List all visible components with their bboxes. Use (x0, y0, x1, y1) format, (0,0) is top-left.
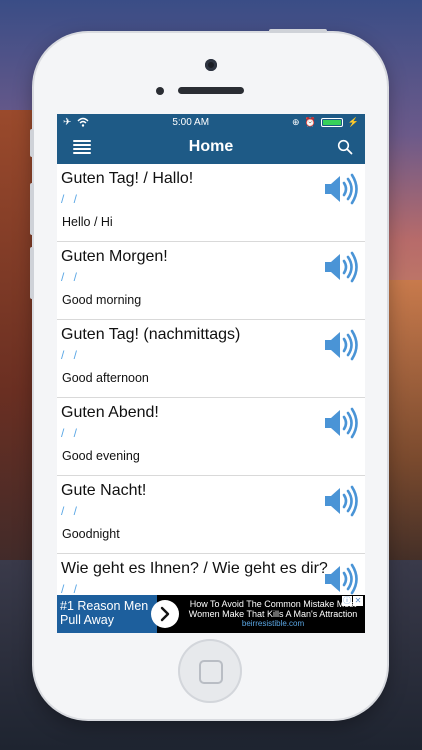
ad-body-text: How To Avoid The Common Mistake Most Wom… (188, 599, 358, 619)
mute-switch (30, 129, 34, 157)
translation-text: Good evening (62, 449, 140, 463)
alarm-icon: ⏰ (304, 116, 316, 127)
phrase-text: Guten Morgen! (61, 248, 168, 265)
proximity-sensor (156, 87, 164, 95)
wifi-icon (77, 117, 89, 127)
airplane-icon: ✈ (63, 116, 72, 128)
chevron-right-icon[interactable] (151, 600, 179, 628)
translation-text: Goodnight (62, 527, 120, 541)
status-time: 5:00 AM (172, 116, 210, 128)
adchoices-icon[interactable]: ⓘ (342, 596, 352, 606)
volume-down-button (30, 247, 34, 299)
search-icon[interactable] (337, 139, 353, 155)
pronunciation-text: / / (61, 270, 81, 284)
phrase-list: Guten Tag! / Hallo! / / Hello / Hi Guten… (57, 164, 365, 632)
list-item[interactable]: Guten Morgen! / / Good morning (57, 242, 365, 320)
list-item[interactable]: Guten Tag! / Hallo! / / Hello / Hi (57, 164, 365, 242)
power-button (269, 29, 327, 33)
speaker-icon[interactable] (323, 484, 361, 518)
orientation-lock-icon: ⊕ (292, 116, 300, 127)
ad-url: beirresistible.com (241, 619, 305, 628)
battery-icon (320, 117, 343, 127)
ad-body: How To Avoid The Common Mistake Most Wom… (185, 599, 361, 629)
pronunciation-text: / / (61, 426, 81, 440)
charging-icon: ⚡ (347, 116, 359, 127)
translation-text: Good morning (62, 293, 142, 307)
home-square-icon (199, 660, 223, 684)
translation-text: Good afternoon (62, 371, 149, 385)
list-item[interactable]: Guten Tag! (nachmittags) / / Good aftern… (57, 320, 365, 398)
pronunciation-text: / / (61, 348, 81, 362)
pronunciation-text: / / (61, 192, 81, 206)
phrase-text: Wie geht es Ihnen? / Wie geht es dir? (61, 560, 328, 577)
pronunciation-text: / / (61, 504, 81, 518)
page-title: Home (188, 138, 234, 155)
speaker-icon[interactable] (323, 406, 361, 440)
phrase-text: Guten Tag! / Hallo! (61, 170, 194, 187)
app-screen: ✈ 5:00 AM ⊕ ⏰ ⚡ Home Guten Tag! / Hallo!… (57, 114, 365, 633)
phrase-text: Guten Abend! (61, 404, 159, 421)
translation-text: Hello / Hi (62, 215, 113, 229)
list-item[interactable]: Guten Abend! / / Good evening (57, 398, 365, 476)
phrase-text: Gute Nacht! (61, 482, 147, 499)
background-city-right (382, 280, 422, 580)
volume-up-button (30, 183, 34, 235)
ad-headline: #1 Reason Men Pull Away (57, 595, 157, 633)
speaker-icon[interactable] (323, 562, 361, 596)
speaker-icon[interactable] (323, 328, 361, 362)
close-icon[interactable]: ✕ (353, 596, 363, 606)
speaker-icon[interactable] (323, 172, 361, 206)
ad-banner[interactable]: #1 Reason Men Pull Away How To Avoid The… (57, 595, 365, 633)
pronunciation-text: / / (61, 582, 81, 596)
speaker-icon[interactable] (323, 250, 361, 284)
ad-badges: ⓘ ✕ (342, 596, 363, 606)
list-item[interactable]: Gute Nacht! / / Goodnight (57, 476, 365, 554)
status-bar: ✈ 5:00 AM ⊕ ⏰ ⚡ (57, 114, 365, 130)
earpiece-speaker (178, 87, 244, 94)
phrase-text: Guten Tag! (nachmittags) (61, 326, 241, 343)
home-button[interactable] (178, 639, 242, 703)
front-camera (205, 59, 217, 71)
navigation-bar: Home (57, 130, 365, 164)
